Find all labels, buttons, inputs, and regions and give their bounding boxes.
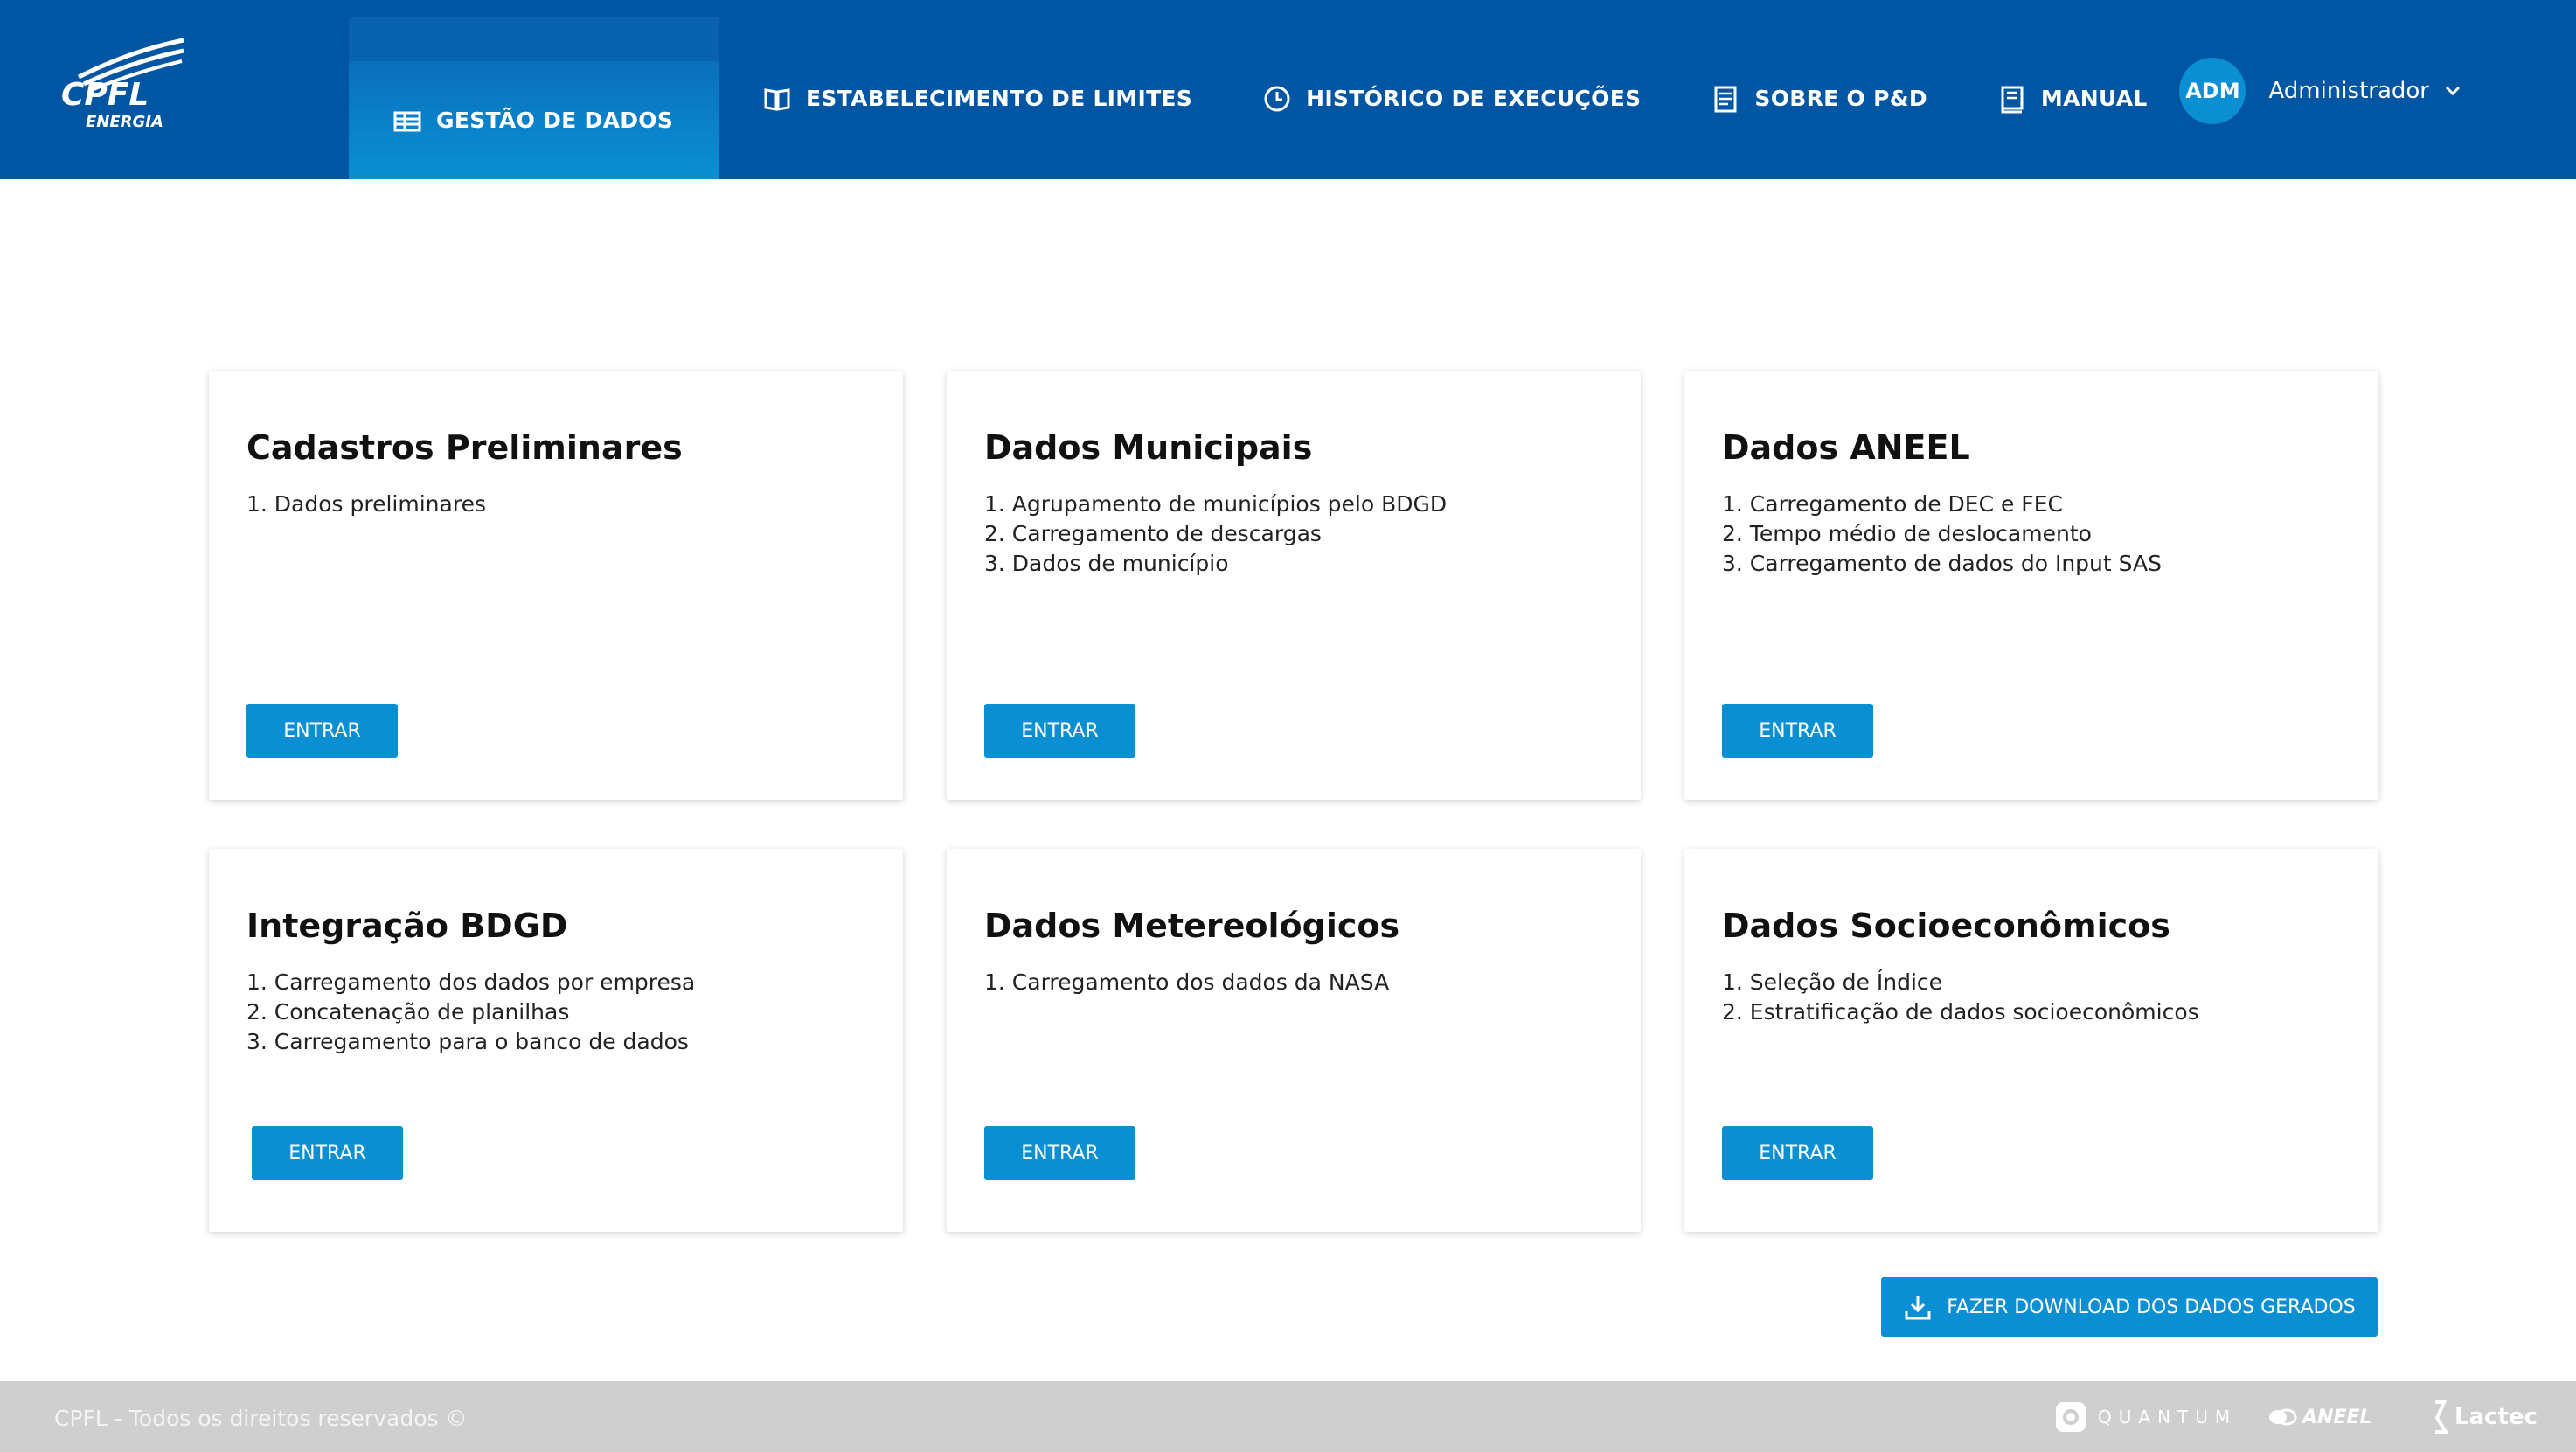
nav-label: MANUAL [2040, 86, 2148, 111]
aneel-icon [2269, 1408, 2297, 1426]
list-item: 1. Agrupamento de municípios pelo BDGD [984, 491, 1448, 517]
top-navigation-bar: CPFL ENERGIA GESTÃO DE DADOS ESTABELECIM… [0, 0, 2576, 179]
card-title: Integração BDGD [246, 907, 568, 945]
logo-wordmark: CPFL [61, 77, 149, 113]
card-item-list: 1. Seleção de Índice 2. Estratificação d… [1722, 968, 2199, 1027]
copyright-text: CPFL - Todos os direitos reservados © [54, 1406, 468, 1431]
card-item-list: 1. Carregamento de DEC e FEC 2. Tempo mé… [1722, 490, 2162, 579]
card-title: Dados Socioeconômicos [1722, 907, 2170, 945]
clock-icon [1262, 84, 1292, 114]
card-dados-socioeconomicos: Dados Socioeconômicos 1. Seleção de Índi… [1684, 849, 2378, 1232]
card-integracao-bdgd: Integração BDGD 1. Carregamento dos dado… [209, 849, 903, 1232]
card-title: Dados ANEEL [1722, 428, 1970, 467]
lactec-logo: Lactec [2430, 1397, 2538, 1437]
nav-label: HISTÓRICO DE EXECUÇÕES [1306, 86, 1642, 111]
manual-icon [1997, 84, 2027, 114]
list-item: 3. Carregamento de dados do Input SAS [1722, 551, 2162, 576]
nav-tab-estabelecimento-de-limites[interactable]: ESTABELECIMENTO DE LIMITES [719, 17, 1219, 179]
list-item: 2. Carregamento de descargas [984, 521, 1322, 546]
user-name[interactable]: Administrador [2268, 78, 2429, 104]
aneel-wordmark: ANEEL [2302, 1406, 2372, 1428]
list-item: 2. Tempo médio de deslocamento [1722, 521, 2092, 546]
chevron-down-icon[interactable] [2443, 81, 2462, 101]
user-menu[interactable]: ADM Administrador [2179, 58, 2462, 124]
card-item-list: 1. Dados preliminares [246, 490, 486, 519]
list-item: 2. Estratificação de dados socioeconômic… [1722, 999, 2199, 1025]
nav-label: SOBRE O P&D [1754, 86, 1927, 111]
list-item: 1. Carregamento dos dados por empresa [246, 969, 696, 995]
card-item-list: 1. Carregamento dos dados da NASA [984, 968, 1389, 997]
card-item-list: 1. Carregamento dos dados por empresa 2.… [246, 968, 695, 1057]
quantum-icon [2056, 1402, 2086, 1432]
list-item: 3. Dados de município [984, 551, 1229, 576]
download-button-label: FAZER DOWNLOAD DOS DADOS GERADOS [1947, 1296, 2356, 1318]
card-title: Dados Metereológicos [984, 907, 1400, 945]
list-item: 1. Dados preliminares [246, 491, 486, 517]
card-title: Dados Municipais [984, 428, 1313, 467]
nav-label: GESTÃO DE DADOS [436, 108, 674, 133]
data-table-icon [392, 106, 422, 135]
card-item-list: 1. Agrupamento de municípios pelo BDGD 2… [984, 490, 1447, 579]
enter-button[interactable]: ENTRAR [252, 1126, 403, 1180]
nav-label: ESTABELECIMENTO DE LIMITES [806, 86, 1193, 111]
cpfl-energia-logo[interactable]: CPFL ENERGIA [52, 35, 192, 140]
download-icon [1903, 1292, 1933, 1322]
list-item: 3. Carregamento para o banco de dados [246, 1029, 689, 1054]
card-dados-aneel: Dados ANEEL 1. Carregamento de DEC e FEC… [1684, 371, 2378, 800]
lactec-icon [2434, 1400, 2449, 1434]
quantum-wordmark: QUANTUM [2098, 1407, 2238, 1428]
nav-tab-gestao-de-dados[interactable]: GESTÃO DE DADOS [349, 17, 719, 179]
enter-button[interactable]: ENTRAR [984, 704, 1135, 758]
card-title: Cadastros Preliminares [246, 428, 683, 467]
card-dados-municipais: Dados Municipais 1. Agrupamento de munic… [947, 371, 1641, 800]
list-item: 1. Carregamento de DEC e FEC [1722, 491, 2063, 517]
enter-button[interactable]: ENTRAR [246, 704, 398, 758]
footer: CPFL - Todos os direitos reservados © QU… [0, 1381, 2576, 1452]
book-icon [762, 84, 792, 114]
list-item: 1. Seleção de Índice [1722, 969, 1943, 995]
enter-button[interactable]: ENTRAR [1722, 704, 1873, 758]
lactec-wordmark: Lactec [2454, 1404, 2538, 1430]
enter-button[interactable]: ENTRAR [1722, 1126, 1873, 1180]
enter-button[interactable]: ENTRAR [984, 1126, 1135, 1180]
main-navigation: GESTÃO DE DADOS ESTABELECIMENTO DE LIMIT… [349, 17, 2174, 179]
avatar[interactable]: ADM [2179, 58, 2246, 124]
quantum-logo: QUANTUM [2054, 1397, 2237, 1437]
card-cadastros-preliminares: Cadastros Preliminares 1. Dados prelimin… [209, 371, 903, 800]
nav-tab-historico-de-execucoes[interactable]: HISTÓRICO DE EXECUÇÕES [1219, 17, 1667, 179]
download-generated-data-button[interactable]: FAZER DOWNLOAD DOS DADOS GERADOS [1881, 1277, 2378, 1337]
aneel-logo: ANEEL [2267, 1397, 2372, 1437]
logo-subtitle: ENERGIA [86, 113, 163, 131]
list-item: 1. Carregamento dos dados da NASA [984, 969, 1390, 995]
nav-tab-sobre-o-pd[interactable]: SOBRE O P&D [1667, 17, 1953, 179]
card-dados-metereologicos: Dados Metereológicos 1. Carregamento dos… [947, 849, 1641, 1232]
document-icon [1711, 84, 1740, 114]
nav-tab-manual[interactable]: MANUAL [1954, 17, 2174, 179]
list-item: 2. Concatenação de planilhas [246, 999, 570, 1025]
